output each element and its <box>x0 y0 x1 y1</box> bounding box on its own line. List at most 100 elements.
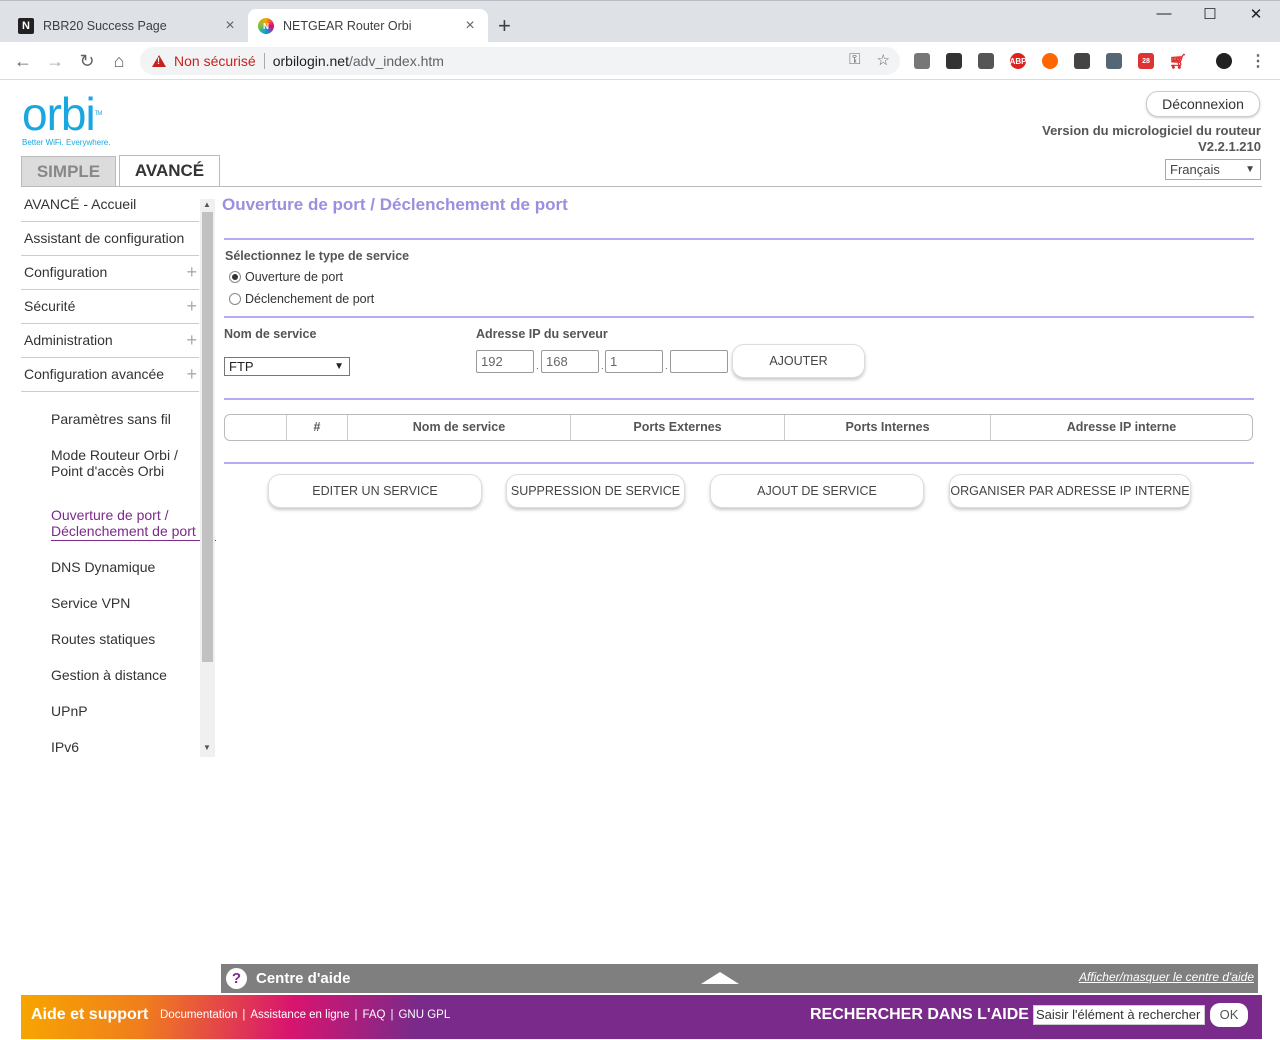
cart-icon[interactable]: 🛒︎ <box>1169 53 1187 69</box>
sidebar-item-label: AVANCÉ - Accueil <box>24 196 137 212</box>
sidebar-item-setup[interactable]: Configuration + <box>21 256 199 290</box>
new-tab-plus-icon[interactable]: + <box>498 13 511 39</box>
help-toggle-link[interactable]: Afficher/masquer le centre d'aide <box>1079 970 1254 984</box>
service-name-select[interactable]: FTP ▼ <box>224 357 350 376</box>
close-icon[interactable]: × <box>222 17 238 35</box>
gmail-icon[interactable]: 28 <box>1138 53 1154 69</box>
radio-port-triggering[interactable]: Déclenchement de port <box>229 292 374 306</box>
menu-kebab-icon[interactable]: ⋮ <box>1250 53 1266 70</box>
close-icon[interactable]: × <box>462 17 478 35</box>
sub-item-label: IPv6 <box>51 739 80 755</box>
sidebar-item-label: Assistant de configuration <box>24 230 185 246</box>
sidebar-item-advanced-setup[interactable]: Configuration avancée + <box>21 358 199 392</box>
expand-plus-icon[interactable]: + <box>186 324 197 357</box>
sidebar-item-advanced-home[interactable]: AVANCÉ - Accueil <box>21 188 199 222</box>
expand-plus-icon[interactable]: + <box>186 290 197 323</box>
sub-item-label: Ouverture de port / <box>51 507 169 523</box>
sidebar-sub-ipv6[interactable]: IPv6 <box>51 739 201 755</box>
bookmark-star-icon[interactable]: ☆ <box>877 51 890 69</box>
sidebar-item-security[interactable]: Sécurité + <box>21 290 199 324</box>
sidebar-sub-static-routes[interactable]: Routes statiques <box>51 631 201 647</box>
ip-octet-2-input[interactable]: 168 <box>541 350 599 373</box>
firmware-version: V2.2.1.210 <box>1198 139 1261 154</box>
help-search-input[interactable]: Saisir l'élément à rechercher <box>1033 1005 1205 1025</box>
sidebar-item-label: Configuration avancée <box>24 366 165 382</box>
sidebar-item-setup-wizard[interactable]: Assistant de configuration <box>21 222 199 256</box>
delete-service-button[interactable]: SUPPRESSION DE SERVICE <box>506 474 685 508</box>
sidebar-item-label: Sécurité <box>24 298 76 314</box>
sort-by-ip-button[interactable]: ORGANISER PAR ADRESSE IP INTERNE <box>949 474 1191 508</box>
logout-button[interactable]: Déconnexion <box>1146 91 1260 117</box>
dropdown-arrow-icon: ▼ <box>334 361 344 372</box>
footer-link-documentation[interactable]: Documentation <box>160 1009 237 1021</box>
scroll-up-arrow-icon[interactable]: ▲ <box>203 200 211 209</box>
server-ip-label: Adresse IP du serveur <box>476 327 608 341</box>
ip-octet-4-input[interactable] <box>670 350 728 373</box>
extension-gear-icon[interactable] <box>978 53 994 69</box>
extension-orange-icon[interactable] <box>1042 53 1058 69</box>
extension-lock-icon[interactable] <box>1074 53 1090 69</box>
sub-item-label: Gestion à distance <box>51 667 167 683</box>
edit-service-button[interactable]: EDITER UN SERVICE <box>268 474 482 508</box>
sidebar-sub-router-ap-mode[interactable]: Mode Routeur Orbi / Point d'accès Orbi <box>51 447 201 479</box>
link-separator: | <box>390 1009 394 1021</box>
scroll-down-arrow-icon[interactable]: ▼ <box>203 743 211 752</box>
avatar[interactable] <box>1216 53 1232 69</box>
address-bar[interactable]: Non sécurisé orbilogin.net/adv_index.htm… <box>140 47 900 75</box>
browser-tab-netgear[interactable]: N NETGEAR Router Orbi × <box>248 9 488 43</box>
back-arrow-icon[interactable]: ← <box>12 50 34 72</box>
ip-octet-3-input[interactable]: 1 <box>605 350 663 373</box>
reload-icon[interactable]: ↻ <box>76 50 98 72</box>
ip-octet-1-input[interactable]: 192 <box>476 350 534 373</box>
section-divider <box>224 316 1254 318</box>
browser-tab-rbr20[interactable]: N RBR20 Success Page × <box>8 9 248 43</box>
table-header-service-name: Nom de service <box>348 415 571 440</box>
forward-arrow-icon[interactable]: → <box>44 50 66 72</box>
sidebar-sub-dynamic-dns[interactable]: DNS Dynamique <box>51 559 201 575</box>
expand-up-arrow-icon[interactable] <box>701 972 739 984</box>
service-name-value: FTP <box>229 359 254 374</box>
section-divider <box>224 398 1254 400</box>
radio-checked-icon[interactable] <box>229 271 241 283</box>
sidebar-sub-upnp[interactable]: UPnP <box>51 703 201 719</box>
sub-item-label: Paramètres sans fil <box>51 411 171 427</box>
footer-link-gpl[interactable]: GNU GPL <box>398 1009 450 1021</box>
sidebar-item-administration[interactable]: Administration + <box>21 324 199 358</box>
help-search-label: RECHERCHER DANS L'AIDE <box>810 1006 1029 1023</box>
maximize-icon[interactable]: ☐ <box>1187 5 1233 23</box>
address-divider <box>263 53 265 69</box>
radio-unchecked-icon[interactable] <box>229 293 241 305</box>
header-divider <box>21 186 1262 187</box>
extension-image-icon[interactable] <box>1106 53 1122 69</box>
sidebar-scroll-thumb[interactable] <box>202 212 213 662</box>
ip-dot: . <box>665 361 668 372</box>
home-icon[interactable]: ⌂ <box>108 50 130 72</box>
extension-puzzle-icon[interactable] <box>914 53 930 69</box>
table-header-internal-ip: Adresse IP interne <box>1066 420 1177 434</box>
tab-simple[interactable]: SIMPLE <box>21 156 116 186</box>
service-name-label: Nom de service <box>224 327 317 341</box>
footer-link-online-support[interactable]: Assistance en ligne <box>250 1009 349 1021</box>
language-select[interactable]: Français ▼ <box>1165 159 1261 180</box>
adblock-icon[interactable]: ABP <box>1010 53 1026 69</box>
extension-trello-icon[interactable] <box>946 53 962 69</box>
footer-link-faq[interactable]: FAQ <box>362 1009 385 1021</box>
expand-plus-icon[interactable]: + <box>186 256 197 289</box>
add-service-button[interactable]: AJOUT DE SERVICE <box>710 474 924 508</box>
sidebar-sub-vpn-service[interactable]: Service VPN <box>51 595 201 611</box>
sidebar-sub-port-forwarding[interactable]: Ouverture de port / Déclenchement de port <box>51 507 216 541</box>
table-header-external-ports: Ports Externes <box>571 415 785 440</box>
key-icon[interactable]: ⚿ <box>849 51 860 69</box>
expand-plus-icon[interactable]: + <box>186 358 197 391</box>
sidebar-sub-remote-management[interactable]: Gestion à distance <box>51 667 201 683</box>
sub-item-label: DNS Dynamique <box>51 559 156 575</box>
logo-tm: TM <box>94 111 103 117</box>
sidebar: AVANCÉ - Accueil Assistant de configurat… <box>21 188 216 758</box>
tab-advanced[interactable]: AVANCÉ <box>119 155 220 187</box>
sidebar-sub-wireless-settings[interactable]: Paramètres sans fil <box>51 411 201 427</box>
window-close-icon[interactable]: ✕ <box>1233 5 1279 23</box>
help-search-ok-button[interactable]: OK <box>1210 1003 1248 1027</box>
minimize-icon[interactable]: — <box>1141 5 1187 22</box>
radio-port-forwarding[interactable]: Ouverture de port <box>229 270 343 284</box>
add-button[interactable]: AJOUTER <box>732 344 865 378</box>
